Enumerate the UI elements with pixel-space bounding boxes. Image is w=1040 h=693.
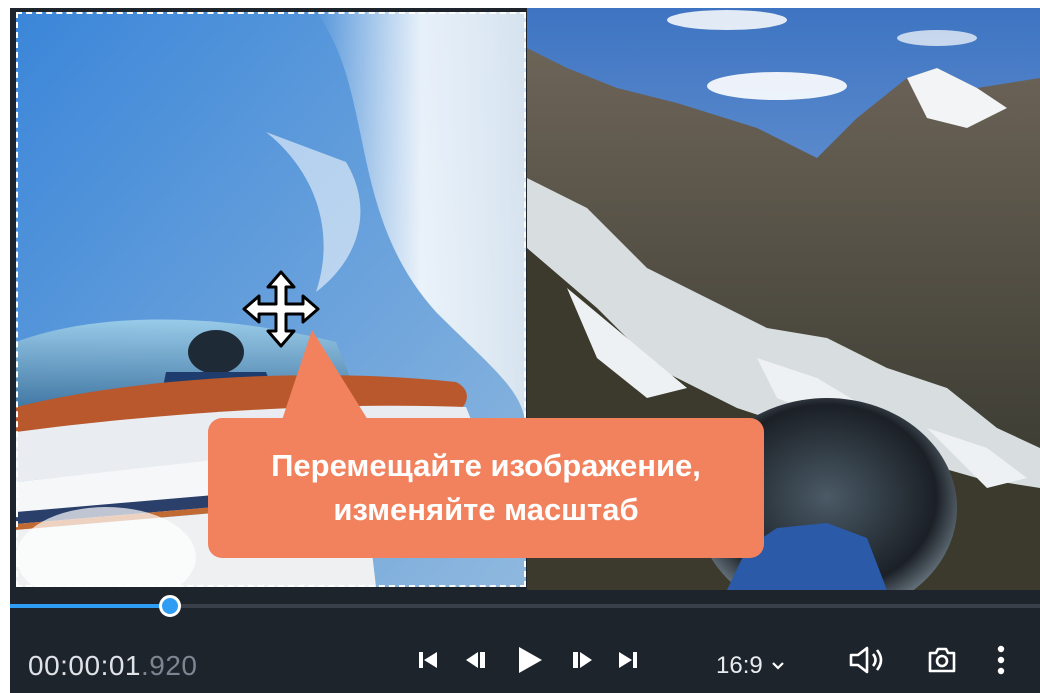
- more-options-button[interactable]: [986, 640, 1016, 680]
- play-icon: [519, 647, 542, 673]
- time-main: 00:00:01: [28, 650, 141, 681]
- progress-fill: [10, 604, 170, 608]
- video-player: Перемещайте изображение, изменяйте масшт…: [10, 8, 1040, 693]
- snapshot-button[interactable]: [922, 640, 962, 680]
- aspect-ratio-select[interactable]: 16:9: [716, 652, 785, 680]
- time-display: 00:00:01.920: [28, 650, 198, 682]
- playback-controls: 00:00:01.920 16:9: [10, 628, 1040, 693]
- progress-track[interactable]: [10, 595, 1040, 617]
- hint-text-line1: Перемещайте изображение,: [271, 448, 701, 483]
- hint-callout: Перемещайте изображение, изменяйте масшт…: [208, 418, 764, 558]
- next-frame-icon: [573, 652, 592, 668]
- skip-to-end-icon: [619, 652, 637, 668]
- chevron-down-icon: [771, 662, 784, 670]
- progress-knob[interactable]: [158, 595, 181, 617]
- volume-button[interactable]: [846, 640, 890, 680]
- previous-frame-button[interactable]: [460, 640, 492, 680]
- preview-area: Перемещайте изображение, изменяйте масшт…: [10, 8, 1040, 590]
- skip-to-start-button[interactable]: [412, 640, 444, 680]
- next-frame-button[interactable]: [566, 640, 598, 680]
- time-milliseconds: .920: [141, 650, 198, 681]
- camera-icon: [928, 647, 956, 673]
- more-vertical-icon: [997, 645, 1005, 675]
- hint-text-line2: изменяйте масштаб: [333, 492, 639, 527]
- previous-frame-icon: [466, 652, 485, 668]
- callout-pointer: [282, 330, 368, 420]
- skip-to-start-icon: [419, 652, 437, 668]
- volume-icon: [849, 646, 883, 674]
- skip-to-end-button[interactable]: [612, 640, 644, 680]
- play-button[interactable]: [510, 640, 548, 680]
- aspect-ratio-value: 16:9: [716, 652, 763, 679]
